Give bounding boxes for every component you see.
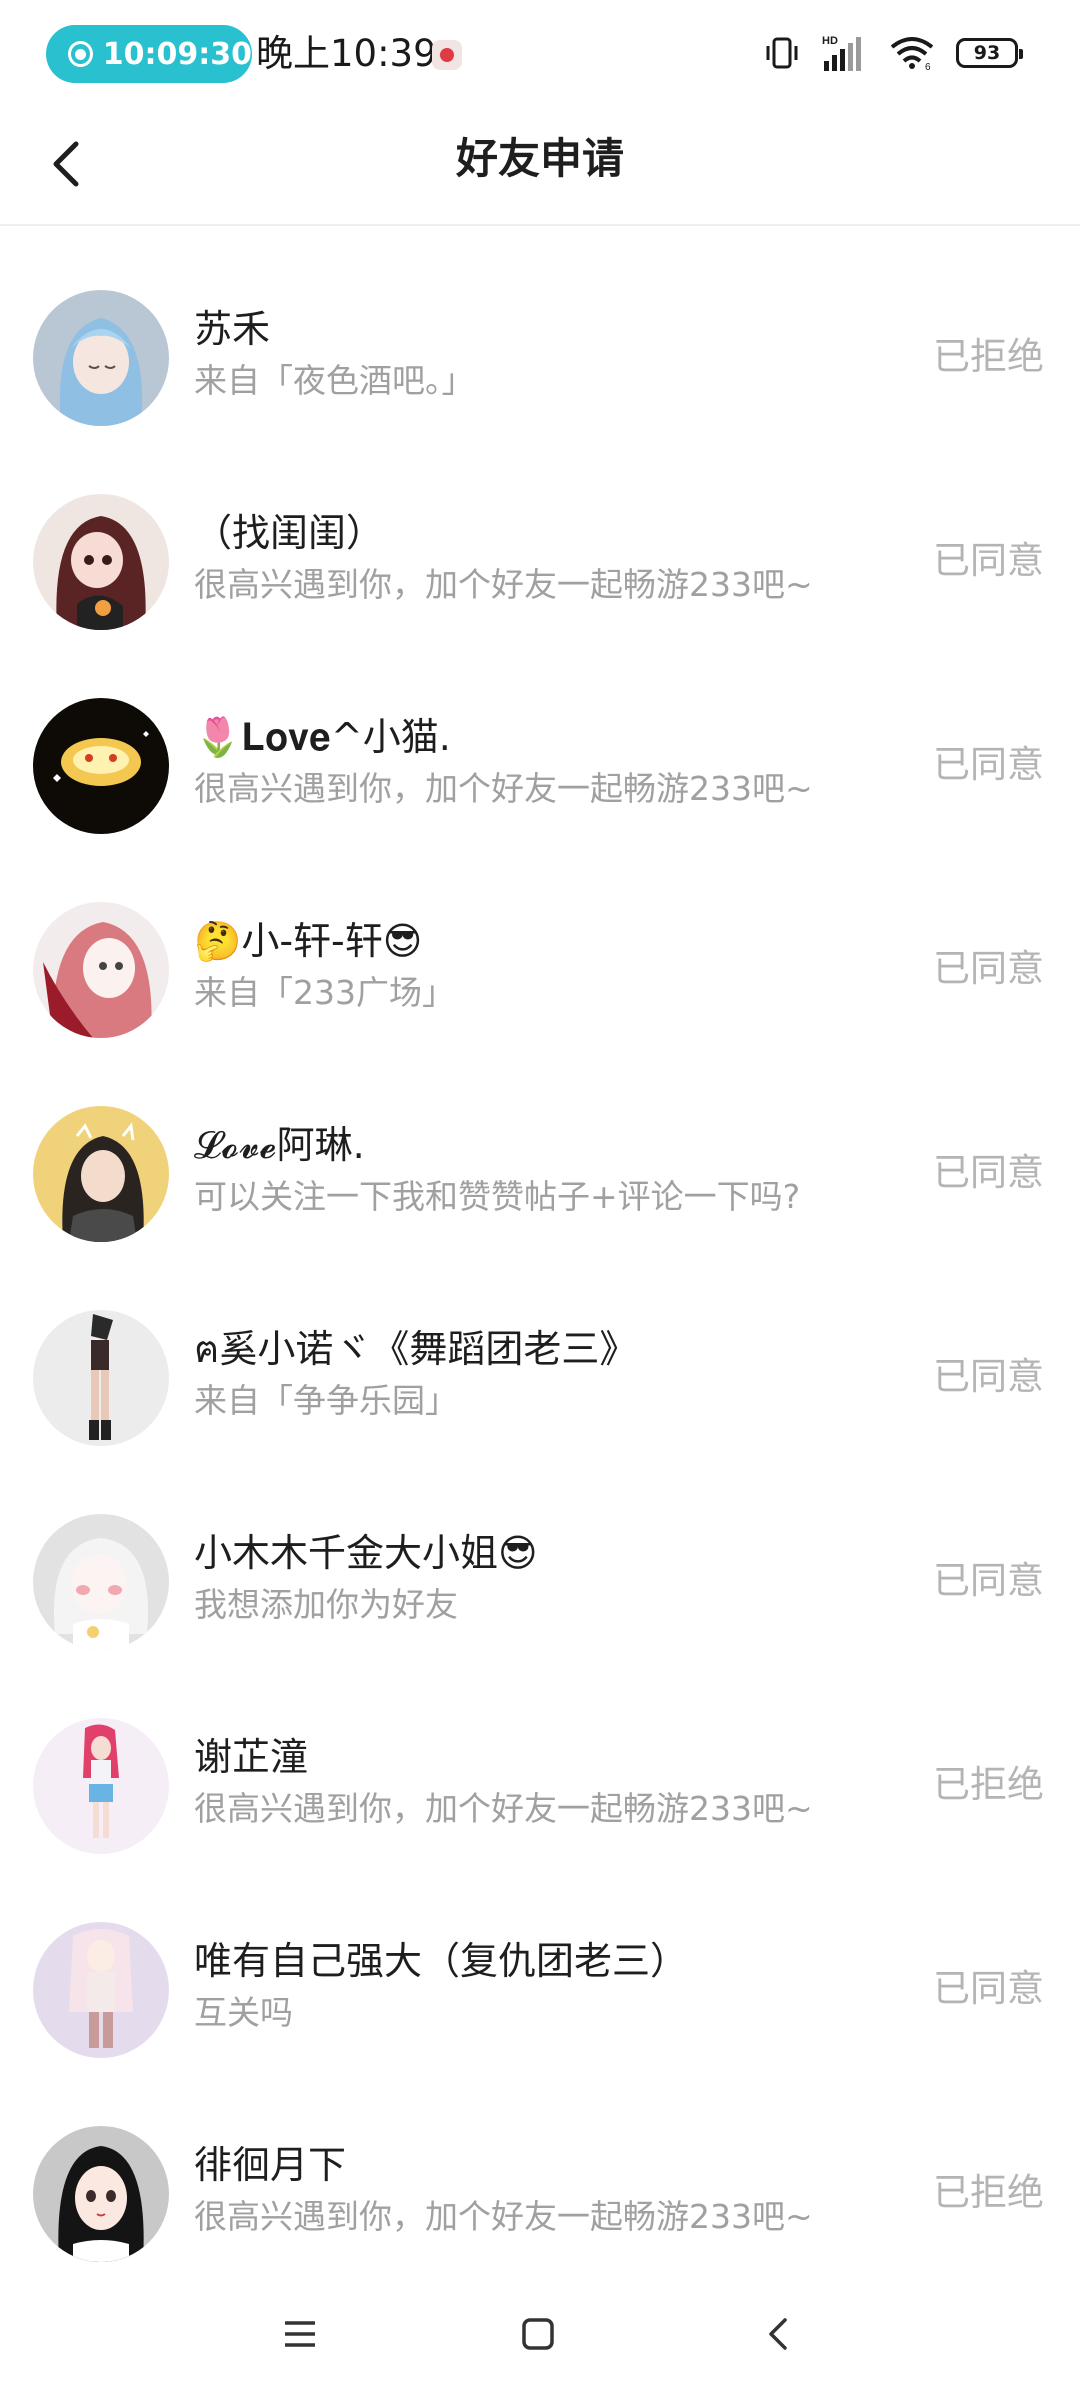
friend-request-row[interactable]: 🤔小-轩-轩😎 来自「233广场」 已同意 bbox=[0, 838, 1080, 1042]
requester-name: 徘徊月下 bbox=[194, 2143, 347, 2187]
request-message: 很高兴遇到你，加个好友一起畅游233吧~ bbox=[194, 2197, 813, 2236]
request-message: 我想添加你为好友 bbox=[194, 1585, 458, 1624]
request-status: 已拒绝 bbox=[933, 1763, 1044, 1806]
battery-icon: 93 bbox=[956, 38, 1023, 68]
request-message: 互关吗 bbox=[194, 1993, 293, 2032]
avatar[interactable] bbox=[33, 1922, 169, 2058]
requester-name: 𝓛𝓸𝓿𝓮阿琳. bbox=[194, 1123, 365, 1167]
avatar[interactable] bbox=[33, 2126, 169, 2262]
request-status: 已拒绝 bbox=[933, 2171, 1044, 2214]
request-message: 来自「233广场」 bbox=[194, 973, 455, 1012]
svg-text:HD: HD bbox=[822, 35, 838, 47]
request-message: 来自「争争乐园」 bbox=[194, 1381, 458, 1420]
home-button[interactable] bbox=[506, 2302, 570, 2366]
avatar[interactable] bbox=[33, 290, 169, 426]
requester-name: （找闺闺） bbox=[194, 511, 385, 555]
avatar[interactable] bbox=[33, 1310, 169, 1446]
record-icon bbox=[68, 41, 93, 67]
vibrate-icon bbox=[766, 37, 798, 69]
requester-name: 唯有自己强大（复仇团老三） bbox=[194, 1939, 689, 1983]
requester-name: 🌷𝐋𝐨𝐯𝐞^小猫. bbox=[194, 715, 451, 759]
requester-name: 小木木千金大小姐😎 bbox=[194, 1531, 538, 1575]
page-title: 好友申请 bbox=[455, 134, 624, 183]
battery-level: 93 bbox=[973, 42, 1001, 64]
requester-name: 🤔小-轩-轩😎 bbox=[194, 919, 423, 963]
request-status: 已同意 bbox=[933, 1967, 1044, 2010]
recording-time: 10:09:30 bbox=[102, 36, 252, 72]
back-triangle-icon bbox=[769, 2318, 787, 2350]
request-status: 已同意 bbox=[933, 1355, 1044, 1398]
avatar[interactable] bbox=[33, 494, 169, 630]
avatar[interactable] bbox=[33, 1514, 169, 1650]
notification-icon bbox=[432, 40, 462, 70]
friend-request-row[interactable]: ฅ奚小诺ヾ《舞蹈团老三》 来自「争争乐园」 已同意 bbox=[0, 1246, 1080, 1450]
wifi-icon: 6 bbox=[890, 37, 934, 71]
requester-name: 谢芷潼 bbox=[194, 1735, 309, 1779]
friend-request-row[interactable]: 小木木千金大小姐😎 我想添加你为好友 已同意 bbox=[0, 1450, 1080, 1654]
friend-request-row[interactable]: 苏禾 来自「夜色酒吧。」 已拒绝 bbox=[0, 226, 1080, 430]
friend-request-row[interactable]: （找闺闺） 很高兴遇到你，加个好友一起畅游233吧~ 已同意 bbox=[0, 430, 1080, 634]
request-message: 很高兴遇到你，加个好友一起畅游233吧~ bbox=[194, 1789, 813, 1828]
menu-icon bbox=[285, 2321, 315, 2347]
hd-signal-icon: HD bbox=[822, 35, 861, 71]
request-status: 已同意 bbox=[933, 539, 1044, 582]
request-message: 很高兴遇到你，加个好友一起畅游233吧~ bbox=[194, 769, 813, 808]
avatar[interactable] bbox=[33, 1718, 169, 1854]
avatar[interactable] bbox=[33, 1106, 169, 1242]
system-nav-bar bbox=[0, 2268, 1080, 2400]
system-icons: HD 6 93 bbox=[764, 30, 1023, 76]
friend-request-list: 苏禾 来自「夜色酒吧。」 已拒绝 （找闺闺） 很高兴遇到你，加个好友一起畅游23… bbox=[0, 226, 1080, 2266]
requester-name: 苏禾 bbox=[194, 307, 271, 351]
requester-name: ฅ奚小诺ヾ《舞蹈团老三》 bbox=[194, 1327, 638, 1371]
svg-text:6: 6 bbox=[925, 62, 931, 71]
avatar[interactable] bbox=[33, 698, 169, 834]
menu-button[interactable] bbox=[268, 2302, 332, 2366]
request-status: 已同意 bbox=[933, 743, 1044, 786]
request-message: 很高兴遇到你，加个好友一起畅游233吧~ bbox=[194, 565, 813, 604]
request-status: 已同意 bbox=[933, 1559, 1044, 1602]
friend-request-row[interactable]: 唯有自己强大（复仇团老三） 互关吗 已同意 bbox=[0, 1858, 1080, 2062]
request-status: 已同意 bbox=[933, 1151, 1044, 1194]
request-status: 已同意 bbox=[933, 947, 1044, 990]
friend-request-row[interactable]: 谢芷潼 很高兴遇到你，加个好友一起畅游233吧~ 已拒绝 bbox=[0, 1654, 1080, 1858]
friend-request-row[interactable]: 𝓛𝓸𝓿𝓮阿琳. 可以关注一下我和赞赞帖子+评论一下吗? 已同意 bbox=[0, 1042, 1080, 1246]
home-square-icon bbox=[522, 2318, 554, 2350]
request-message: 来自「夜色酒吧。」 bbox=[194, 361, 475, 400]
avatar[interactable] bbox=[33, 902, 169, 1038]
header: 好友申请 bbox=[0, 104, 1080, 226]
request-message: 可以关注一下我和赞赞帖子+评论一下吗? bbox=[194, 1177, 801, 1216]
status-bar: 10:09:30 晚上10:39 HD 6 93 bbox=[0, 0, 1080, 104]
friend-request-row[interactable]: 徘徊月下 很高兴遇到你，加个好友一起畅游233吧~ 已拒绝 bbox=[0, 2062, 1080, 2266]
friend-request-row[interactable]: 🌷𝐋𝐨𝐯𝐞^小猫. 很高兴遇到你，加个好友一起畅游233吧~ 已同意 bbox=[0, 634, 1080, 838]
request-status: 已拒绝 bbox=[933, 335, 1044, 378]
screen-recording-pill[interactable]: 10:09:30 bbox=[46, 25, 252, 83]
clock: 晚上10:39 bbox=[256, 32, 437, 75]
back-nav-button[interactable] bbox=[746, 2302, 810, 2366]
